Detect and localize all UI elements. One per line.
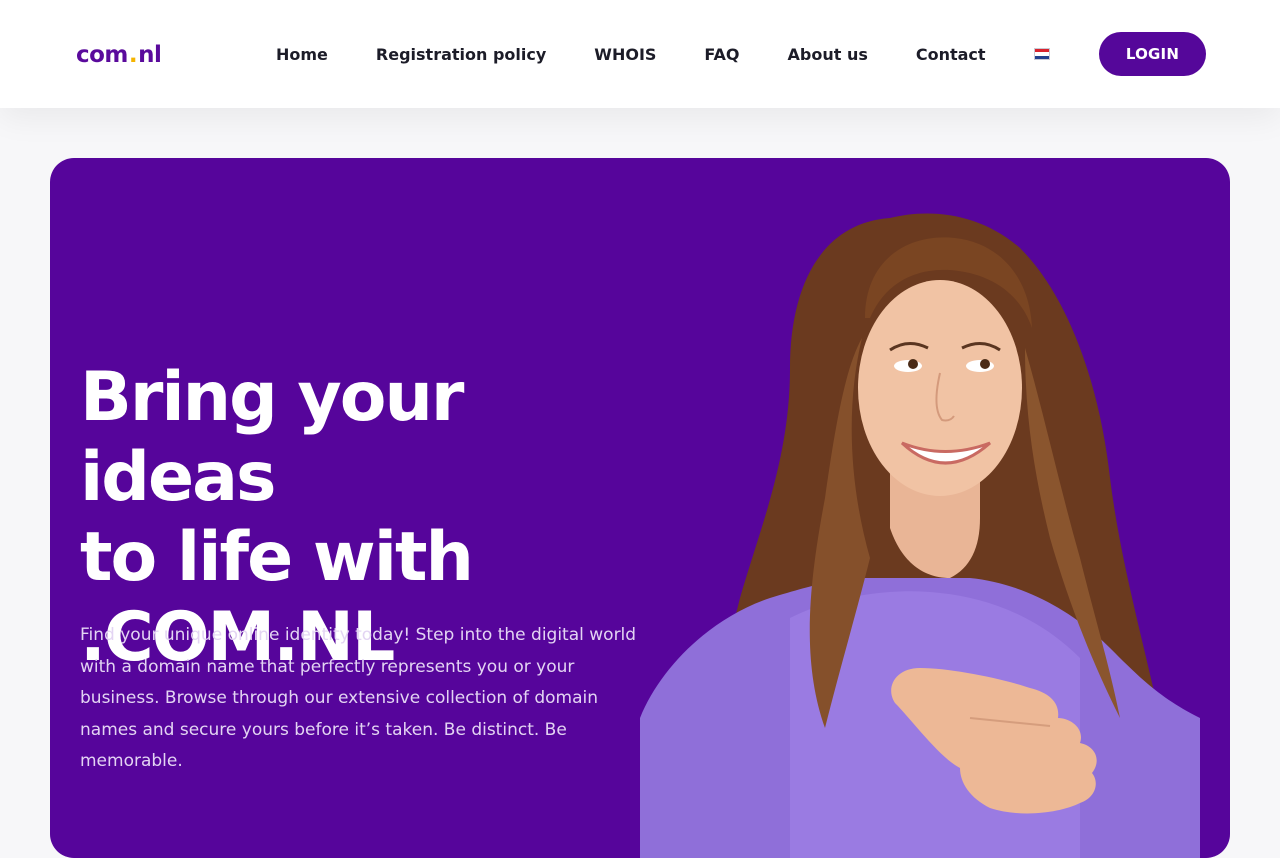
main-nav: Home Registration policy WHOIS FAQ About… xyxy=(276,0,1050,108)
nav-about-us[interactable]: About us xyxy=(788,45,868,64)
logo-text-right: nl xyxy=(138,41,162,68)
hero-title-line-1: Bring your ideas xyxy=(80,358,464,517)
nav-contact[interactable]: Contact xyxy=(916,45,986,64)
logo-dot: . xyxy=(128,41,138,68)
hero-description: Find your unique online identity today! … xyxy=(80,625,637,771)
nav-faq[interactable]: FAQ xyxy=(704,45,739,64)
netherlands-flag-icon[interactable] xyxy=(1033,48,1050,60)
login-button[interactable]: LOGIN xyxy=(1099,32,1206,76)
hero-banner: Bring your ideas to life with .COM.NL Fi… xyxy=(50,158,1230,858)
site-logo[interactable]: com. nl xyxy=(76,40,162,70)
hero-title-line-2: to life with xyxy=(80,518,474,597)
hero-woman-image xyxy=(640,213,1200,858)
nav-registration-policy[interactable]: Registration policy xyxy=(376,45,546,64)
logo-text-left: com xyxy=(76,41,128,68)
site-header: com. nl Home Registration policy WHOIS FA… xyxy=(0,0,1280,108)
nav-home[interactable]: Home xyxy=(276,45,328,64)
nav-whois[interactable]: WHOIS xyxy=(594,45,656,64)
